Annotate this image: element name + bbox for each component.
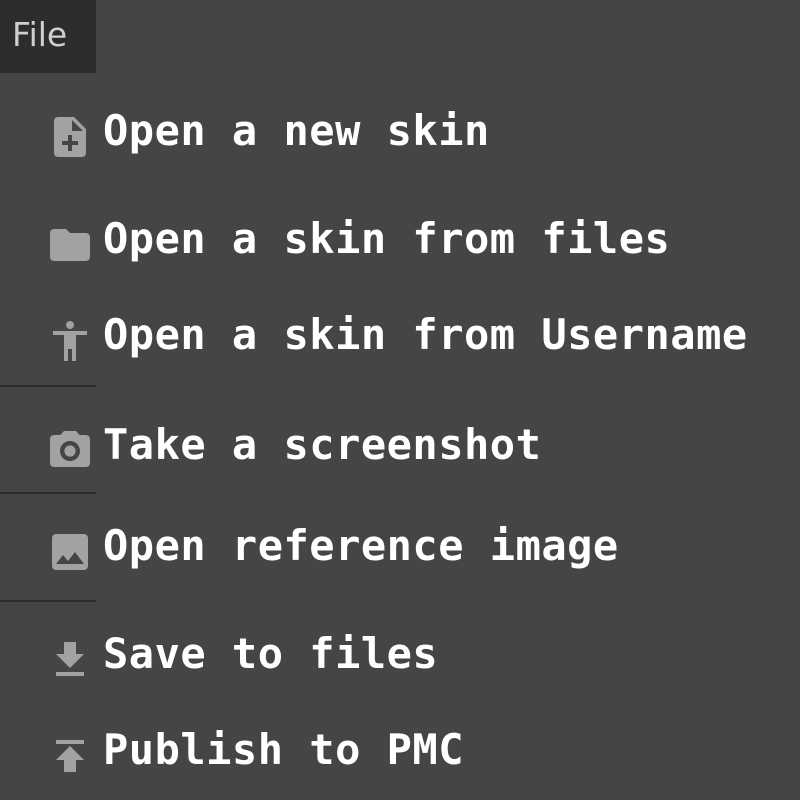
menu-divider xyxy=(0,492,96,494)
menu-item-label: Open a skin from files xyxy=(103,214,671,263)
download-icon xyxy=(46,636,94,684)
menu-item-open-skin-from-files[interactable]: Open a skin from files xyxy=(0,203,800,275)
image-icon xyxy=(46,528,94,576)
menu-item-publish-to-pmc[interactable]: Publish to PMC xyxy=(0,714,800,786)
upload-icon xyxy=(46,732,94,780)
menu-item-label: Publish to PMC xyxy=(103,725,465,774)
menu-item-label: Open a skin from Username xyxy=(103,310,748,359)
person-icon xyxy=(46,317,94,365)
menu-item-label: Save to files xyxy=(103,629,439,678)
camera-icon xyxy=(46,427,94,475)
menu-item-label: Open reference image xyxy=(103,521,619,570)
menu-item-save-to-files[interactable]: Save to files xyxy=(0,618,800,690)
new-file-icon xyxy=(46,113,94,161)
file-menu-tab[interactable]: File xyxy=(0,0,96,73)
menu-divider xyxy=(0,600,96,602)
menu-item-label: Take a screenshot xyxy=(103,420,542,469)
menu-item-take-screenshot[interactable]: Take a screenshot xyxy=(0,409,800,481)
file-menu-label: File xyxy=(12,15,68,54)
folder-icon xyxy=(46,221,94,269)
file-dropdown-menu: Open a new skin Open a skin from files O… xyxy=(0,73,800,800)
menu-item-open-new-skin[interactable]: Open a new skin xyxy=(0,95,800,167)
menu-item-open-skin-from-username[interactable]: Open a skin from Username xyxy=(0,299,800,371)
menu-item-open-reference-image[interactable]: Open reference image xyxy=(0,510,800,582)
menu-item-label: Open a new skin xyxy=(103,106,490,155)
menu-divider xyxy=(0,385,96,387)
